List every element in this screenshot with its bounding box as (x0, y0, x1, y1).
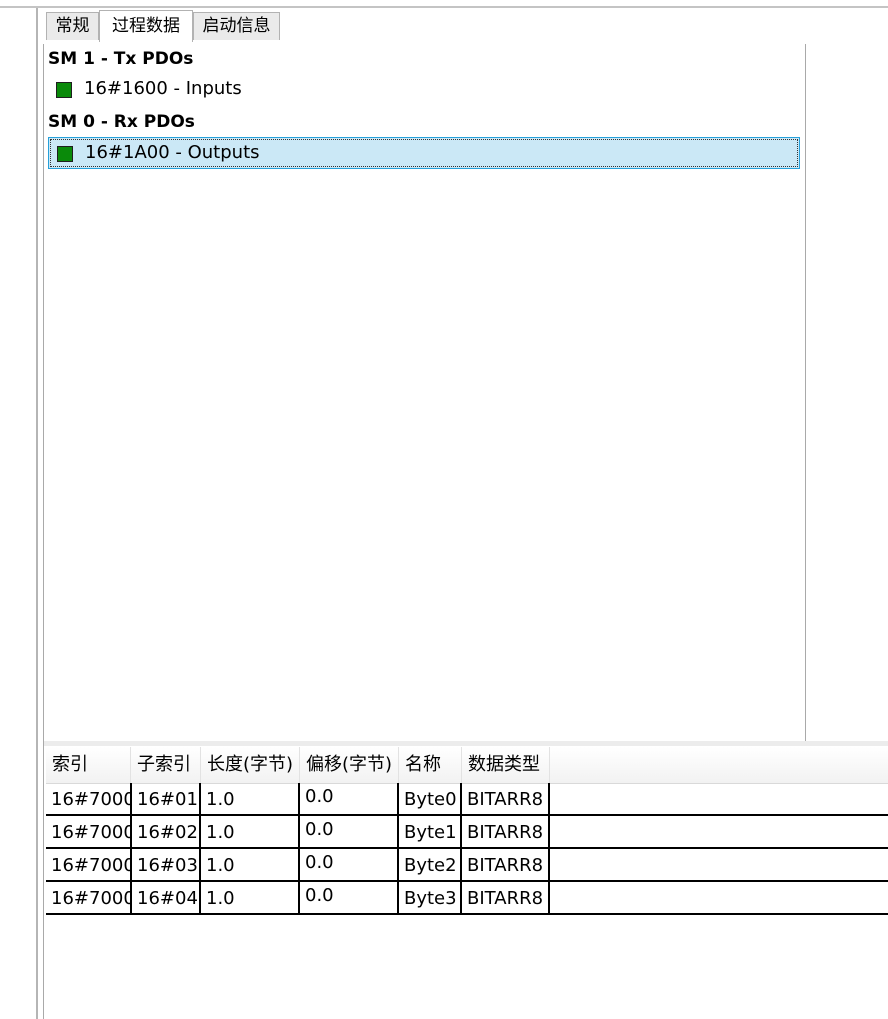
cell-subindex: 16#03 (137, 855, 198, 876)
column-header-length[interactable]: 长度(字节) (201, 747, 300, 783)
cell-index: 16#7000 (51, 855, 131, 876)
cell-divider (548, 849, 550, 882)
cell-index: 16#7000 (51, 888, 131, 909)
cell-divider (548, 882, 550, 915)
table-row[interactable]: 16#7000 16#02 1.0 0.0 Byte1 BITARR8 (46, 816, 888, 849)
cell-datatype: BITARR8 (467, 789, 544, 810)
column-header-subindex[interactable]: 子索引 (131, 747, 201, 783)
cell-name: Byte0 (404, 789, 457, 810)
group-header-sm1-tx: SM 1 - Tx PDOs (48, 49, 194, 69)
column-header-index[interactable]: 索引 (46, 747, 131, 783)
cell-divider (548, 816, 550, 849)
tab-general[interactable]: 常规 (46, 12, 99, 40)
cell-subindex: 16#01 (137, 789, 198, 810)
group-header-sm0-rx: SM 0 - Rx PDOs (48, 112, 195, 132)
cell-datatype: BITARR8 (467, 822, 544, 843)
cell-offset: 0.0 (305, 885, 334, 906)
pdo-item-1600[interactable]: 16#1600 - Inputs (48, 74, 800, 106)
cell-name: Byte3 (404, 888, 457, 909)
cell-index: 16#7000 (51, 822, 131, 843)
row-divider (46, 913, 888, 915)
cell-offset: 0.0 (305, 852, 334, 873)
table-row[interactable]: 16#7000 16#04 1.0 0.0 Byte3 BITARR8 (46, 882, 888, 915)
pdo-item-label: 16#1A00 - Outputs (85, 142, 260, 163)
pdo-enabled-square-icon (57, 146, 73, 162)
pdo-tree: SM 1 - Tx PDOs 16#1600 - Inputs SM 0 - R… (44, 44, 804, 741)
pdo-item-label: 16#1600 - Inputs (84, 78, 242, 99)
panel-right-border (805, 44, 806, 741)
cell-datatype: BITARR8 (467, 855, 544, 876)
cell-offset: 0.0 (305, 786, 334, 807)
cell-index: 16#7000 (51, 789, 131, 810)
pdo-item-1a00[interactable]: 16#1A00 - Outputs (48, 137, 800, 169)
cell-offset: 0.0 (305, 819, 334, 840)
cell-length: 1.0 (206, 888, 235, 909)
pdo-enabled-square-icon (56, 82, 72, 98)
table-row[interactable]: 16#7000 16#03 1.0 0.0 Byte2 BITARR8 (46, 849, 888, 882)
column-header-offset[interactable]: 偏移(字节) (300, 747, 399, 783)
pane-splitter[interactable] (44, 741, 888, 746)
tab-startup-info[interactable]: 启动信息 (193, 12, 280, 40)
column-header-datatype[interactable]: 数据类型 (462, 747, 550, 783)
cell-length: 1.0 (206, 822, 235, 843)
cell-divider (548, 783, 550, 816)
cell-name: Byte1 (404, 822, 457, 843)
cell-name: Byte2 (404, 855, 457, 876)
cell-subindex: 16#02 (137, 822, 198, 843)
cell-length: 1.0 (206, 855, 235, 876)
table-row[interactable]: 16#7000 16#01 1.0 0.0 Byte0 BITARR8 (46, 783, 888, 816)
top-border (0, 6, 888, 8)
table-header: 索引 子索引 长度(字节) 偏移(字节) 名称 数据类型 (46, 747, 888, 784)
cell-datatype: BITARR8 (467, 888, 544, 909)
column-header-name[interactable]: 名称 (399, 747, 462, 783)
cell-length: 1.0 (206, 789, 235, 810)
tab-process-data[interactable]: 过程数据 (99, 10, 193, 42)
left-pane-splitter[interactable] (36, 8, 38, 1019)
cell-subindex: 16#04 (137, 888, 198, 909)
